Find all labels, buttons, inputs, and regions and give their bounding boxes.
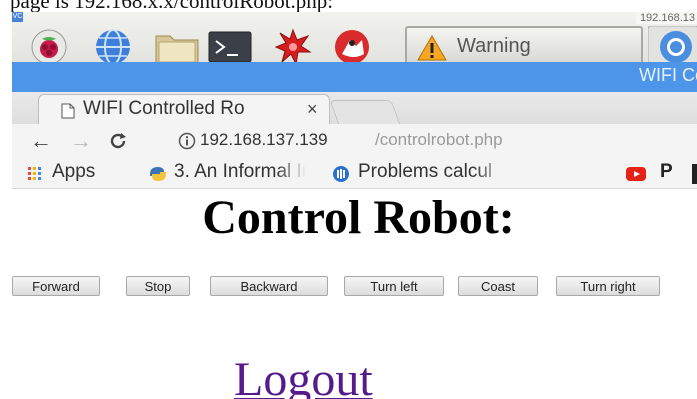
screenshot: VC 192.168.13 Warning WIFI C WIFI Contro…: [12, 12, 697, 399]
window-title: WIFI Co: [639, 65, 697, 85]
forward-button[interactable]: Forward: [12, 276, 100, 296]
stop-button[interactable]: Stop: [126, 276, 190, 296]
backward-button[interactable]: Backward: [210, 276, 328, 296]
tab-strip: WIFI Controlled Ro ×: [12, 92, 697, 125]
bookmark-problems-calculus[interactable]: Problems calcul: [358, 161, 508, 183]
python-icon: [150, 167, 166, 181]
tab-wifi-controlled-robot[interactable]: WIFI Controlled Ro ×: [38, 94, 330, 124]
bookmarks-bar: Apps 3. An Informal In Problems calcul P: [12, 158, 697, 189]
panel-ip-text: 192.168.13: [635, 12, 697, 24]
url-host: 192.168.137.139: [200, 130, 328, 149]
warning-icon: [417, 35, 447, 61]
new-tab-button[interactable]: [329, 100, 401, 125]
wolfram-icon[interactable]: [332, 28, 372, 66]
turn-left-button[interactable]: Turn left: [344, 276, 444, 296]
coast-button[interactable]: Coast: [458, 276, 538, 296]
logout-link[interactable]: Logout: [234, 352, 373, 399]
tab-close-icon[interactable]: ×: [307, 99, 318, 120]
youtube-icon[interactable]: [626, 167, 646, 181]
bookmark-informal-intro[interactable]: 3. An Informal In: [174, 161, 306, 183]
page-title: Control Robot:: [202, 191, 515, 244]
url-path: /controlrobot.php: [375, 130, 503, 149]
problems-site-icon: [333, 166, 349, 182]
warning-label: Warning: [457, 35, 531, 57]
apps-grid-icon[interactable]: [28, 167, 42, 181]
window-titlebar: WIFI Co: [12, 62, 697, 92]
browser-toolbar: ← → 192.168.137.139 /controlrobot.php: [12, 124, 697, 158]
reload-icon[interactable]: [108, 131, 128, 151]
math-kernel-icon[interactable]: [274, 28, 312, 66]
back-arrow-icon[interactable]: ←: [30, 128, 52, 154]
bookmark-overflow-edge: [692, 164, 697, 184]
forward-arrow-icon[interactable]: →: [70, 128, 92, 154]
vnc-badge: VC: [12, 12, 23, 22]
caption-text: page is 192.168.x.x/controlRobot.php:: [10, 0, 334, 12]
raspberry-menu-icon[interactable]: [30, 28, 68, 66]
web-browser-icon[interactable]: [94, 28, 132, 66]
address-bar[interactable]: 192.168.137.139 /controlrobot.php: [150, 128, 697, 154]
file-manager-icon[interactable]: [154, 28, 200, 66]
bookmark-p[interactable]: P: [660, 161, 673, 183]
site-info-icon[interactable]: [178, 132, 196, 150]
turn-right-button[interactable]: Turn right: [556, 276, 660, 296]
terminal-icon[interactable]: [208, 28, 252, 66]
page-document-icon: [61, 103, 75, 119]
tab-label: WIFI Controlled Ro: [83, 98, 245, 119]
bookmark-apps[interactable]: Apps: [52, 161, 95, 183]
